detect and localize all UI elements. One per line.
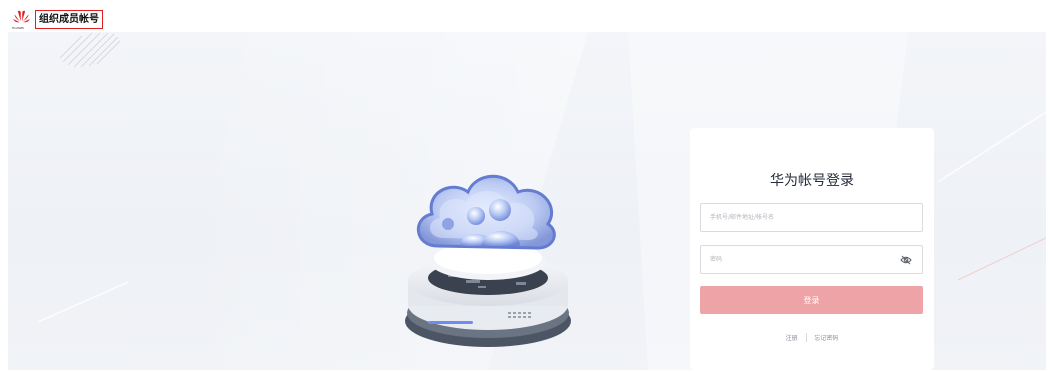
- account-field[interactable]: [700, 203, 923, 232]
- auth-links: 注册 忘记密码: [690, 333, 934, 342]
- login-title: 华为帐号登录: [770, 173, 854, 189]
- huawei-logo: [13, 10, 30, 23]
- login-page: HUAWEI 组织成员帐号 华为帐号登录 手机号/邮件地址/帐号名 登录 注册 …: [0, 0, 1050, 372]
- password-field[interactable]: [700, 245, 923, 274]
- logo-wordmark: HUAWEI: [12, 26, 25, 30]
- register-link[interactable]: 注册: [786, 333, 798, 342]
- login-card: 华为帐号登录 登录 注册 忘记密码: [690, 128, 934, 370]
- top-bar: HUAWEI 组织成员帐号: [0, 0, 1050, 32]
- link-divider: [805, 333, 807, 342]
- account-input[interactable]: [701, 204, 922, 231]
- password-input[interactable]: [701, 246, 922, 273]
- forgot-password-link[interactable]: 忘记密码: [814, 333, 838, 342]
- eye-off-icon[interactable]: [900, 255, 912, 265]
- login-button[interactable]: 登录: [700, 286, 923, 314]
- account-type-label[interactable]: 组织成员帐号: [35, 10, 103, 29]
